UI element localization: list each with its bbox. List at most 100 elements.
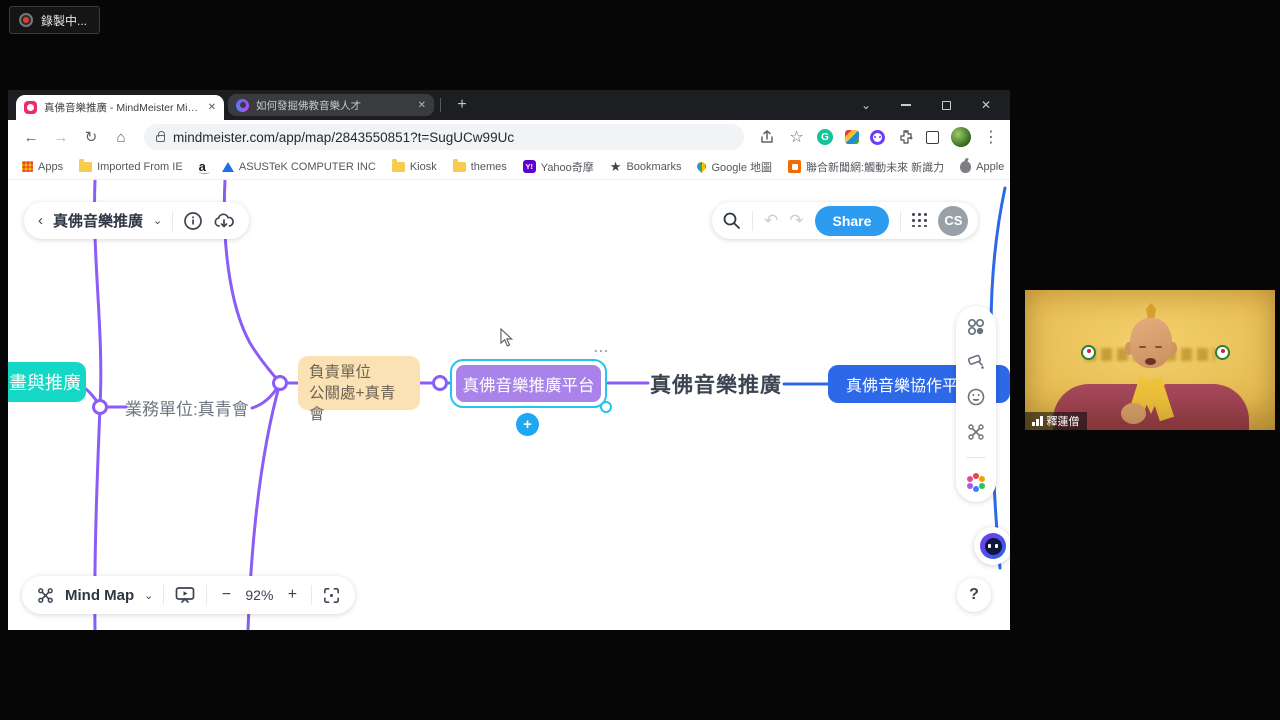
bookmark-label: Yahoo奇摩: [541, 159, 594, 175]
close-button[interactable]: ✕: [966, 90, 1006, 120]
bookmark-imported[interactable]: Imported From IE: [79, 161, 183, 173]
bookmark-yahoo[interactable]: Y! Yahoo奇摩: [523, 159, 594, 175]
extensions-puzzle-icon[interactable]: [897, 128, 915, 146]
zoom-level[interactable]: 92%: [245, 587, 273, 603]
back-icon[interactable]: ‹: [38, 212, 43, 229]
bookmark-apple[interactable]: Apple: [960, 161, 1004, 173]
bookmark-apps[interactable]: Apps: [22, 161, 63, 173]
recording-icon: [19, 13, 33, 27]
purple-extension-icon[interactable]: [870, 130, 885, 145]
center-map-icon[interactable]: [322, 586, 341, 605]
tab-strip: 真佛音樂推廣 - MindMeister Mind Map ✕ 如何發掘佛教音樂…: [8, 90, 1010, 120]
node-root-music-promotion[interactable]: 真佛音樂推廣: [650, 369, 782, 399]
divider: [311, 585, 312, 605]
bookmark-themes[interactable]: themes: [453, 161, 507, 173]
bookmark-label: Google 地圖: [711, 159, 772, 175]
share-page-icon[interactable]: [758, 128, 776, 146]
info-icon[interactable]: [183, 211, 203, 231]
grammarly-extension-icon[interactable]: G: [817, 129, 833, 145]
address-bar[interactable]: mindmeister.com/app/map/2843550851?t=Sug…: [144, 124, 744, 150]
ai-assistant-button[interactable]: [974, 527, 1010, 565]
zoom-out-button[interactable]: −: [217, 586, 235, 604]
presentation-icon[interactable]: [174, 585, 196, 605]
node-options-icon[interactable]: ...: [594, 340, 609, 355]
layout-dots-icon[interactable]: [966, 317, 986, 337]
bookmark-udn[interactable]: 聯合新聞網:觸動未來 新識力: [788, 159, 944, 175]
bookmark-asus[interactable]: ASUSTeK COMPUTER INC: [222, 161, 376, 173]
bookmark-google-maps[interactable]: Google 地圖: [697, 159, 772, 175]
folder-icon: [392, 162, 405, 172]
star-icon: ★: [610, 159, 622, 175]
mindmap-canvas[interactable]: 畫與推廣 業務單位:真青會 負責單位 公關處+真青會 真佛音樂推廣平台 ... …: [8, 180, 1010, 630]
home-icon[interactable]: ⌂: [108, 124, 134, 150]
node-responsible-unit[interactable]: 負責單位 公關處+真青會: [298, 356, 420, 410]
reload-icon[interactable]: ↻: [78, 124, 104, 150]
asus-logo-icon: [222, 162, 234, 172]
bookmark-star-icon[interactable]: ☆: [788, 128, 806, 146]
view-mode-label[interactable]: Mind Map: [65, 587, 134, 604]
search-icon[interactable]: [722, 211, 741, 230]
node-line: 公關處+真青會: [309, 383, 409, 425]
tab-close-icon[interactable]: ✕: [208, 102, 216, 113]
back-icon[interactable]: ←: [18, 124, 44, 150]
chevron-down-icon[interactable]: ⌄: [153, 214, 162, 227]
sidebar-extension-icon[interactable]: [926, 131, 939, 144]
emoji-icon[interactable]: [966, 387, 986, 407]
selection-handle[interactable]: [600, 401, 612, 413]
yahoo-icon: Y!: [523, 160, 536, 173]
bookmark-kiosk[interactable]: Kiosk: [392, 161, 437, 173]
paint-roller-icon[interactable]: [966, 352, 986, 372]
user-avatar[interactable]: CS: [938, 206, 968, 236]
cloud-download-icon[interactable]: [213, 211, 235, 231]
tab-close-icon[interactable]: ✕: [418, 100, 426, 111]
apple-logo-icon: [960, 161, 971, 173]
mindmap-mode-icon: [36, 586, 55, 605]
help-button[interactable]: ?: [957, 578, 991, 612]
toolbar-right: ☆ G ⋮: [758, 127, 1000, 147]
folder-icon: [453, 162, 466, 172]
udn-icon: [788, 160, 801, 173]
participant-nametag: 釋蓮僧: [1025, 412, 1087, 430]
webcam-video: 釋蓮僧: [1025, 290, 1275, 430]
browser-menu-icon[interactable]: ⋮: [982, 128, 1000, 146]
folder-icon: [79, 162, 92, 172]
bookmark-label: Apps: [38, 161, 63, 173]
bookmark-amazon[interactable]: a: [199, 162, 206, 172]
divider: [966, 457, 986, 458]
tab-secondary[interactable]: 如何發掘佛教音樂人才 ✕: [228, 94, 434, 116]
new-tab-button[interactable]: +: [450, 93, 474, 117]
tab-title: 真佛音樂推廣 - MindMeister Mind Map: [44, 100, 201, 115]
undo-icon[interactable]: ↶: [764, 211, 778, 231]
screen: 錄製中... 真佛音樂推廣 - MindMeister Mind Map ✕ 如…: [0, 0, 1280, 720]
profile-avatar[interactable]: [951, 127, 971, 147]
window-controls: ⌄ ✕: [846, 90, 1006, 120]
recording-indicator[interactable]: 錄製中...: [9, 6, 100, 34]
bookmark-label: Kiosk: [410, 161, 437, 173]
maximize-button[interactable]: [926, 90, 966, 120]
node-planning-promotion[interactable]: 畫與推廣: [8, 362, 86, 402]
connections-icon[interactable]: [966, 422, 986, 442]
node-promotion-platform[interactable]: 真佛音樂推廣平台: [456, 365, 601, 402]
bookmarks-bar: Apps Imported From IE a ASUSTeK COMPUTER…: [8, 154, 1010, 180]
apps-grid-icon[interactable]: [912, 213, 927, 228]
tab-mindmeister[interactable]: 真佛音樂推廣 - MindMeister Mind Map ✕: [16, 95, 224, 120]
tab-search-icon[interactable]: ⌄: [846, 90, 886, 120]
redo-icon[interactable]: ↷: [789, 211, 803, 231]
bookmark-bookmarks[interactable]: ★Bookmarks: [610, 159, 682, 175]
minimize-button[interactable]: [886, 90, 926, 120]
add-child-node-button[interactable]: +: [516, 413, 539, 436]
chevron-down-icon[interactable]: ⌄: [144, 589, 153, 602]
map-title[interactable]: 真佛音樂推廣: [53, 210, 143, 231]
format-side-panel: [956, 306, 996, 502]
node-business-unit-label[interactable]: 業務單位:真青會: [125, 395, 249, 420]
share-button[interactable]: Share: [815, 206, 890, 236]
selected-node-ring[interactable]: 真佛音樂推廣平台: [450, 359, 607, 408]
zoom-in-button[interactable]: +: [283, 586, 301, 604]
integrations-flower-icon[interactable]: [967, 473, 985, 491]
divider: [172, 211, 173, 231]
mouse-cursor: [500, 328, 514, 348]
forward-icon[interactable]: →: [48, 124, 74, 150]
recording-label: 錄製中...: [41, 12, 87, 29]
colorful-extension-icon[interactable]: [845, 130, 859, 144]
bookmark-label: ASUSTeK COMPUTER INC: [239, 161, 376, 173]
